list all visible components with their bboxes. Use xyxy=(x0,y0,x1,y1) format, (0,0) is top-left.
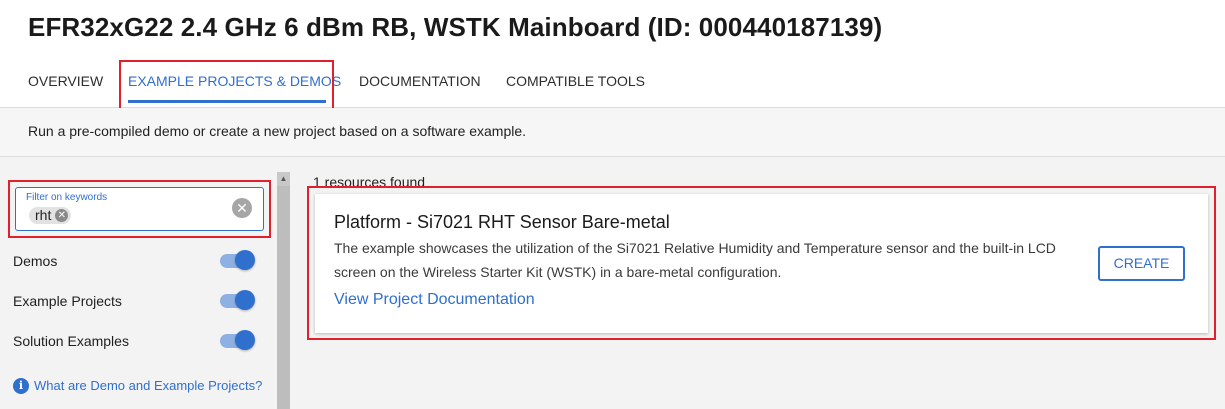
toggle-demos-label: Demos xyxy=(13,253,58,269)
info-icon: i xyxy=(13,378,29,394)
toggle-knob[interactable] xyxy=(235,330,255,350)
description-bar: Run a pre-compiled demo or create a new … xyxy=(0,108,1225,157)
tab-documentation[interactable]: DOCUMENTATION xyxy=(359,62,481,102)
toggle-knob[interactable] xyxy=(235,250,255,270)
toggle-solution-examples[interactable]: Solution Examples xyxy=(13,330,258,354)
toggle-knob[interactable] xyxy=(235,290,255,310)
page-title: EFR32xG22 2.4 GHz 6 dBm RB, WSTK Mainboa… xyxy=(28,12,883,42)
description-text: Run a pre-compiled demo or create a new … xyxy=(28,123,527,139)
highlight-result-annotation xyxy=(307,186,1216,340)
highlight-filter-annotation xyxy=(8,180,271,238)
toggle-example-projects-label: Example Projects xyxy=(13,293,122,309)
sidebar-scrollbar-thumb[interactable] xyxy=(277,186,290,409)
toggle-solution-examples-label: Solution Examples xyxy=(13,333,129,349)
toggle-demos[interactable]: Demos xyxy=(13,250,258,274)
tab-compatible-tools[interactable]: COMPATIBLE TOOLS xyxy=(506,62,645,102)
highlight-tab-annotation xyxy=(119,60,334,114)
tab-overview[interactable]: OVERVIEW xyxy=(28,62,103,102)
toggle-example-projects[interactable]: Example Projects xyxy=(13,290,258,314)
help-link-text[interactable]: What are Demo and Example Projects? xyxy=(34,378,262,393)
scroll-up-arrow-icon[interactable]: ▲ xyxy=(277,172,290,186)
